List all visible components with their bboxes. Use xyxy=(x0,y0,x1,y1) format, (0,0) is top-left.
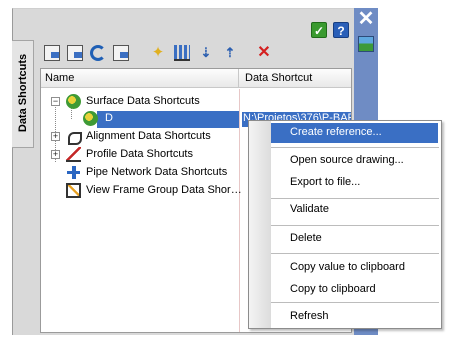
menu-item-label: Copy to clipboard xyxy=(290,283,376,295)
surface-icon xyxy=(66,94,81,109)
menu-item-label: Create reference... xyxy=(290,126,382,138)
delete-icon[interactable]: ✕ xyxy=(256,45,272,61)
column-divider[interactable] xyxy=(238,69,239,88)
tree-node-alignment[interactable]: + Alignment Data Shortcuts xyxy=(41,128,239,145)
picture-icon[interactable] xyxy=(358,36,374,52)
node-label: Surface Data Shortcuts xyxy=(86,95,200,107)
node-label: Profile Data Shortcuts xyxy=(86,148,193,160)
column-header-name[interactable]: Name xyxy=(45,72,74,84)
menu-item-label: Export to file... xyxy=(290,176,361,188)
collapse-icon[interactable]: − xyxy=(51,97,60,106)
menu-separator xyxy=(271,302,439,303)
menu-separator xyxy=(271,147,439,148)
help-icon[interactable]: ? xyxy=(333,22,349,38)
expand-icon[interactable]: + xyxy=(51,150,60,159)
menu-separator xyxy=(271,198,439,199)
menu-item-export-to-file[interactable]: Export to file... xyxy=(249,173,441,193)
menu-separator xyxy=(271,225,439,226)
palette-title: Data Shortcuts xyxy=(17,53,29,133)
expand-icon[interactable]: + xyxy=(51,132,60,141)
menu-item-copy-value[interactable]: Copy value to clipboard xyxy=(249,258,441,278)
edit-shortcut-icon[interactable] xyxy=(67,45,83,61)
column-header-data-shortcut[interactable]: Data Shortcut xyxy=(245,72,312,84)
menu-item-create-reference[interactable]: Create reference... xyxy=(271,123,438,143)
sort-icon[interactable] xyxy=(174,45,190,61)
menu-item-delete[interactable]: Delete xyxy=(249,229,441,249)
menu-item-validate[interactable]: Validate xyxy=(249,200,441,220)
pipe-network-icon xyxy=(66,165,81,180)
refresh-icon[interactable] xyxy=(90,45,106,61)
profile-icon xyxy=(66,147,81,162)
palette-title-tab[interactable]: Data Shortcuts xyxy=(12,40,34,148)
associate-icon[interactable]: ✦ xyxy=(150,45,166,61)
menu-item-label: Open source drawing... xyxy=(290,154,404,166)
node-label: View Frame Group Data Shor… xyxy=(86,184,242,196)
tree-node-profile[interactable]: + Profile Data Shortcuts xyxy=(41,146,239,163)
menu-item-open-source-drawing[interactable]: Open source drawing... xyxy=(249,151,441,171)
tree-node-pipe-network[interactable]: Pipe Network Data Shortcuts xyxy=(41,164,239,181)
menu-item-label: Delete xyxy=(290,232,322,244)
close-icon[interactable]: ✕ xyxy=(357,9,375,29)
node-label: D xyxy=(105,112,113,124)
menu-item-copy-to-clipboard[interactable]: Copy to clipboard xyxy=(249,280,441,300)
menu-separator xyxy=(271,253,439,254)
node-label: Alignment Data Shortcuts xyxy=(86,130,211,142)
validate-icon[interactable] xyxy=(113,45,129,61)
context-menu: Create reference... Open source drawing.… xyxy=(248,120,442,329)
menu-item-label: Validate xyxy=(290,203,329,215)
view-frame-icon xyxy=(66,183,81,198)
move-down-icon[interactable]: ⇣ xyxy=(198,45,214,61)
tree-node-surface[interactable]: − Surface Data Shortcuts xyxy=(41,93,239,110)
menu-item-refresh[interactable]: Refresh xyxy=(249,307,441,327)
surface-icon xyxy=(83,111,98,126)
tree-node-view-frame[interactable]: View Frame Group Data Shor… xyxy=(41,182,242,199)
tree-header: Name Data Shortcut xyxy=(41,69,351,88)
node-label: Pipe Network Data Shortcuts xyxy=(86,166,228,178)
check-icon[interactable]: ✓ xyxy=(311,22,327,38)
alignment-icon xyxy=(66,129,82,145)
menu-item-label: Copy value to clipboard xyxy=(290,261,405,273)
move-up-icon[interactable]: ⇡ xyxy=(222,45,238,61)
menu-item-label: Refresh xyxy=(290,310,329,322)
new-shortcut-icon[interactable] xyxy=(44,45,60,61)
